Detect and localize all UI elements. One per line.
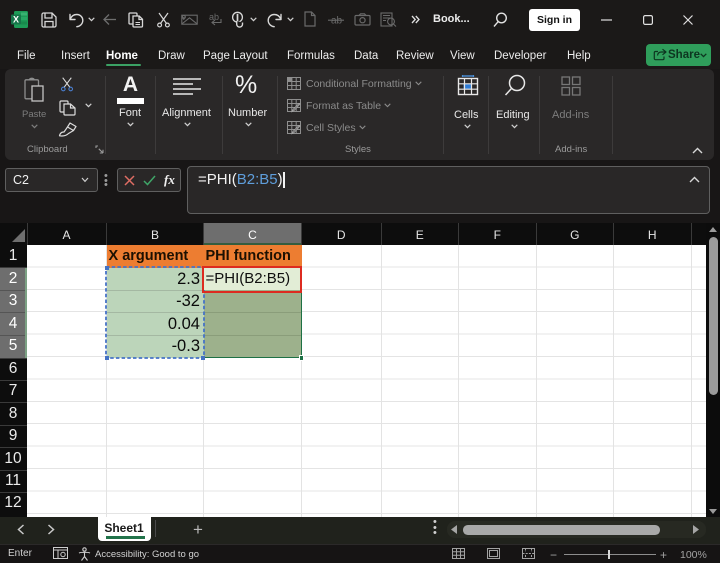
svg-text:ab: ab: [331, 16, 343, 27]
svg-text:X: X: [13, 15, 19, 25]
